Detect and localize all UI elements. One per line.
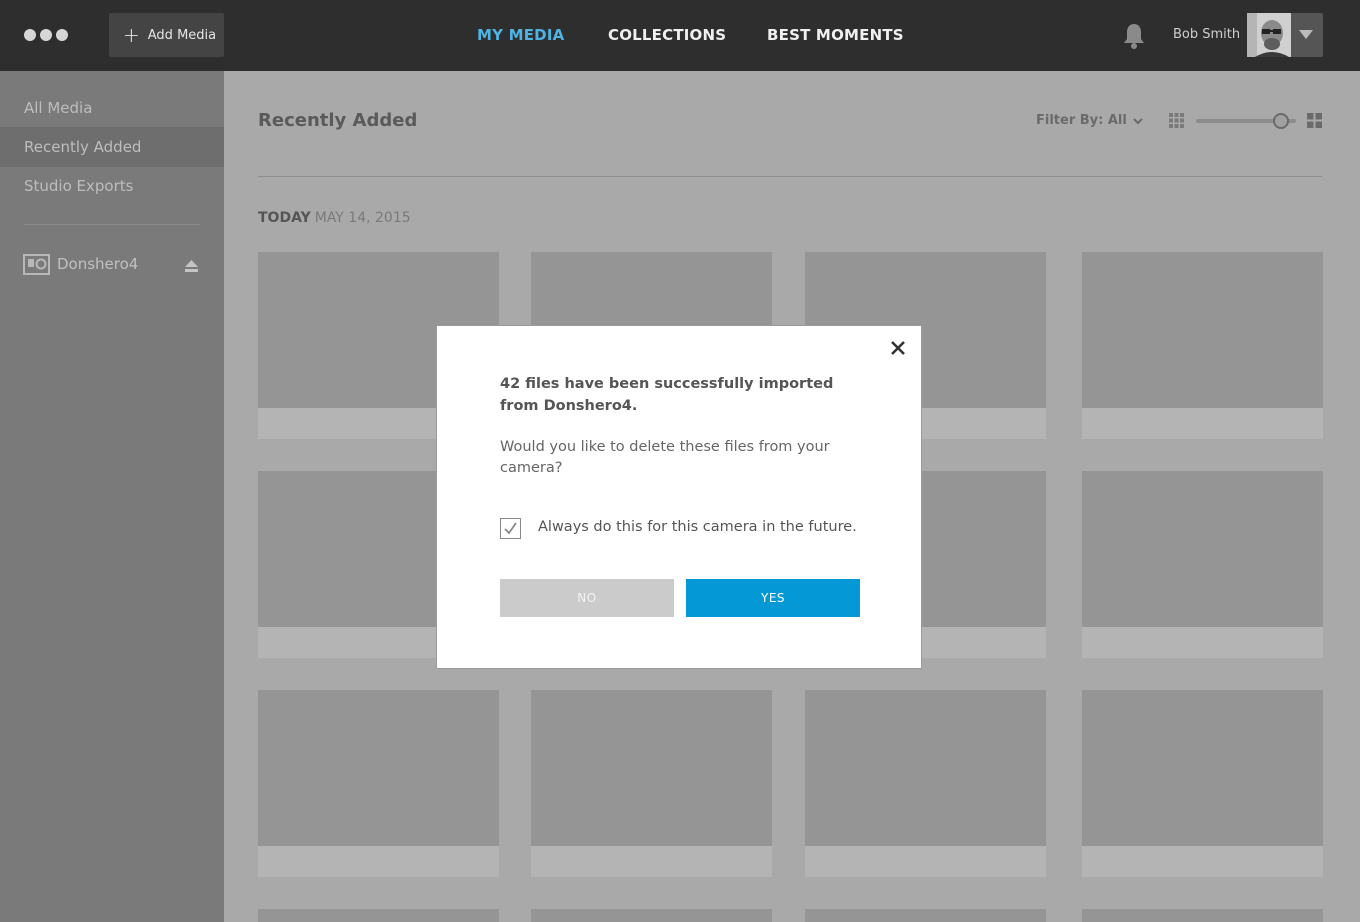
tab-my-media[interactable]: MY MEDIA xyxy=(477,26,564,44)
always-do-this-checkbox[interactable] xyxy=(500,518,521,539)
device-label: Donshero4 xyxy=(57,255,139,273)
dialog-message: 42 files have been successfully imported… xyxy=(500,376,834,414)
media-tile[interactable] xyxy=(531,690,772,877)
page-title: Recently Added xyxy=(258,110,418,131)
main-nav: MY MEDIA COLLECTIONS BEST MOMENTS xyxy=(0,26,1360,46)
media-tile[interactable] xyxy=(531,909,772,922)
checkbox-label: Always do this for this camera in the fu… xyxy=(538,519,857,535)
today-label: TODAY xyxy=(258,210,311,226)
chevron-down-icon xyxy=(1133,117,1143,124)
top-bar: + Add Media MY MEDIA COLLECTIONS BEST MO… xyxy=(0,0,1360,71)
sidebar-item-recently-added[interactable]: Recently Added xyxy=(0,127,224,167)
media-tile[interactable] xyxy=(258,909,499,922)
large-grid-icon[interactable] xyxy=(1307,113,1322,128)
sidebar-item-label: Recently Added xyxy=(24,138,142,156)
tab-best-moments[interactable]: BEST MOMENTS xyxy=(767,26,904,44)
sidebar-divider xyxy=(24,224,200,225)
tab-collections[interactable]: COLLECTIONS xyxy=(608,26,726,44)
media-tile[interactable] xyxy=(1082,909,1323,922)
import-complete-dialog: 42 files have been successfully imported… xyxy=(436,325,922,669)
media-tile[interactable] xyxy=(805,690,1046,877)
media-tile[interactable] xyxy=(805,909,1046,922)
media-tile[interactable] xyxy=(1082,471,1323,658)
sidebar-item-studio-exports[interactable]: Studio Exports xyxy=(0,166,224,206)
notification-bell-icon[interactable] xyxy=(1122,22,1146,50)
date-label: MAY 14, 2015 xyxy=(314,210,411,226)
avatar xyxy=(1247,13,1291,57)
content-divider xyxy=(258,176,1322,177)
filter-dropdown[interactable]: Filter By: All xyxy=(1036,113,1143,128)
user-menu-button[interactable] xyxy=(1247,13,1323,57)
close-icon[interactable] xyxy=(890,340,906,356)
sidebar: All Media Recently Added Studio Exports … xyxy=(0,71,224,922)
chevron-down-icon xyxy=(1299,30,1313,39)
avatar-image xyxy=(1247,13,1291,57)
small-grid-icon[interactable] xyxy=(1169,113,1184,128)
media-tile[interactable] xyxy=(258,690,499,877)
sidebar-item-label: All Media xyxy=(24,99,93,117)
date-heading: TODAY MAY 14, 2015 xyxy=(258,210,411,226)
username: Bob Smith xyxy=(1173,27,1241,42)
yes-button[interactable]: YES xyxy=(686,579,860,617)
filter-label: Filter By: All xyxy=(1036,113,1127,128)
no-button[interactable]: NO xyxy=(500,579,674,617)
camera-icon xyxy=(23,253,50,275)
sidebar-item-all-media[interactable]: All Media xyxy=(0,88,224,128)
media-tile[interactable] xyxy=(1082,690,1323,877)
checkmark-icon xyxy=(504,522,517,535)
media-tile[interactable] xyxy=(1082,252,1323,439)
dialog-question: Would you like to delete these files fro… xyxy=(500,439,830,476)
eject-icon[interactable] xyxy=(184,260,199,272)
zoom-slider-handle[interactable] xyxy=(1273,113,1289,129)
sidebar-item-label: Studio Exports xyxy=(24,177,134,195)
sidebar-item-device[interactable]: Donshero4 xyxy=(23,252,203,276)
